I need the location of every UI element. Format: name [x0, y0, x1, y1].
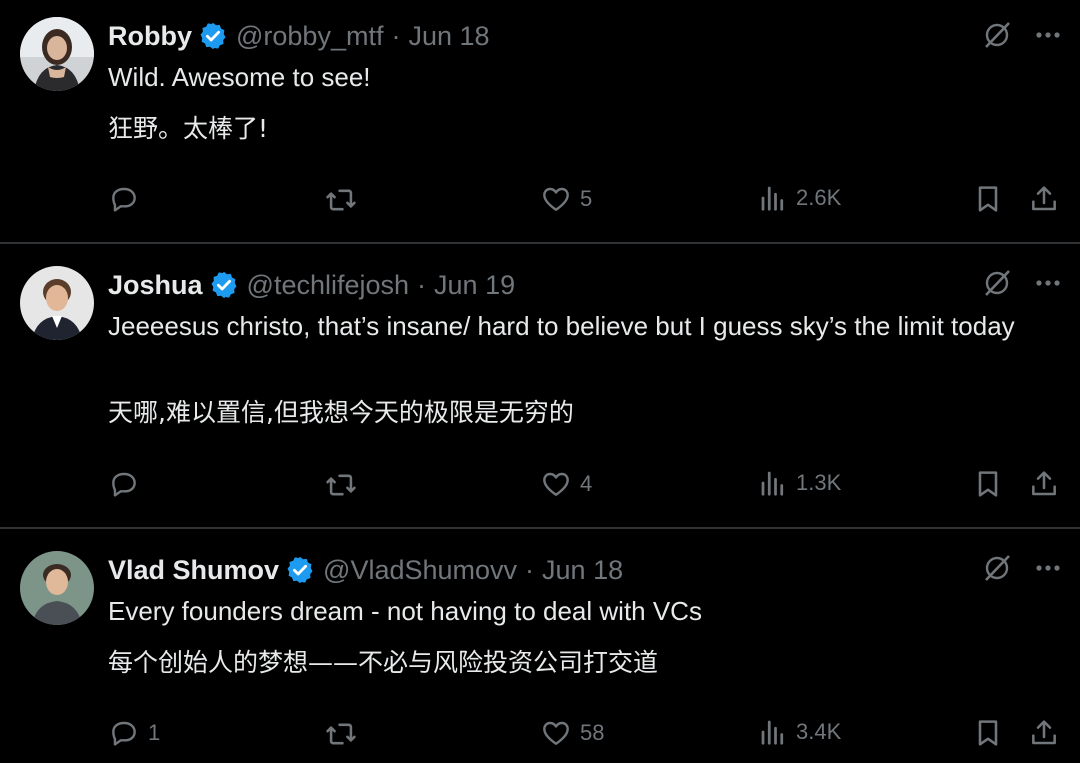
tweet-robby[interactable]: Robby @robby_mtf · Jun 18 Wild. Awesome …	[0, 0, 1080, 242]
tweet-header: Joshua @techlifejosh · Jun 19	[108, 265, 515, 305]
avatar[interactable]	[20, 551, 94, 625]
views-button[interactable]: 1.3K	[758, 468, 841, 498]
tweet-text: Every founders dream - not having to dea…	[108, 596, 702, 626]
avatar[interactable]	[20, 266, 94, 340]
grok-icon[interactable]	[982, 20, 1012, 55]
avatar[interactable]	[20, 17, 94, 91]
verified-badge-icon	[209, 270, 239, 300]
reply-icon	[112, 721, 136, 746]
tweet-date[interactable]: Jun 18	[542, 555, 623, 586]
like-count: 4	[580, 471, 593, 496]
retweet-button[interactable]	[324, 468, 358, 502]
reply-button[interactable]: 1	[108, 717, 160, 749]
views-button[interactable]: 3.4K	[758, 717, 841, 747]
like-button[interactable]: 5	[540, 183, 592, 215]
tweet-text: Jeeeesus christo, that’s insane/ hard to…	[108, 311, 1015, 341]
tweet-header: Robby @robby_mtf · Jun 18	[108, 16, 490, 56]
bookmark-button[interactable]	[972, 468, 1004, 500]
share-button[interactable]	[1028, 183, 1060, 215]
reply-count: 1	[148, 720, 161, 745]
like-button[interactable]: 4	[540, 468, 592, 500]
action-bar: 4 1.3K	[0, 468, 1080, 508]
tweet-translation: 天哪,难以置信,但我想今天的极限是无穷的	[108, 398, 574, 427]
retweet-button[interactable]	[324, 183, 358, 217]
bookmark-icon	[978, 471, 998, 497]
bookmark-icon	[978, 720, 998, 746]
tweet-translation: 狂野。太棒了!	[108, 114, 269, 143]
views-icon	[761, 186, 784, 211]
display-name[interactable]: Joshua	[108, 270, 203, 301]
tweet-joshua[interactable]: Joshua @techlifejosh · Jun 19 Jeeeesus c…	[0, 244, 1080, 527]
like-count: 5	[580, 186, 593, 211]
handle[interactable]: @robby_mtf	[236, 21, 383, 52]
retweet-button[interactable]	[324, 717, 358, 751]
views-button[interactable]: 2.6K	[758, 183, 841, 213]
more-icon[interactable]	[1034, 269, 1062, 302]
separator: ·	[391, 20, 401, 51]
verified-badge-icon	[285, 555, 315, 585]
separator: ·	[417, 269, 427, 300]
display-name[interactable]: Robby	[108, 21, 192, 52]
tweet-vlad[interactable]: Vlad Shumov @VladShumovv · Jun 18 Every …	[0, 529, 1080, 763]
verified-badge-icon	[198, 21, 228, 51]
retweet-icon	[326, 723, 356, 745]
grok-icon[interactable]	[982, 553, 1012, 588]
more-icon[interactable]	[1034, 554, 1062, 587]
views-icon	[761, 471, 784, 496]
view-count: 3.4K	[796, 719, 842, 744]
views-icon	[761, 720, 784, 745]
heart-icon	[543, 187, 569, 211]
share-icon	[1032, 720, 1056, 745]
handle[interactable]: @VladShumovv	[323, 555, 517, 586]
share-icon	[1032, 471, 1056, 496]
tweet-date[interactable]: Jun 18	[408, 21, 489, 52]
action-bar: 5 2.6K	[0, 183, 1080, 223]
view-count: 1.3K	[796, 470, 842, 495]
grok-icon[interactable]	[982, 268, 1012, 303]
retweet-icon	[326, 474, 356, 496]
reply-button[interactable]	[108, 183, 148, 215]
share-button[interactable]	[1028, 468, 1060, 500]
more-icon[interactable]	[1034, 21, 1062, 54]
separator: ·	[525, 554, 535, 585]
reply-icon	[112, 472, 136, 497]
heart-icon	[543, 472, 569, 496]
bookmark-button[interactable]	[972, 183, 1004, 215]
tweet-text: Wild. Awesome to see!	[108, 62, 371, 92]
retweet-icon	[326, 189, 356, 211]
like-count: 58	[580, 720, 605, 745]
bookmark-icon	[978, 186, 998, 212]
tweet-translation: 每个创始人的梦想——不必与风险投资公司打交道	[108, 648, 659, 677]
share-button[interactable]	[1028, 717, 1060, 749]
reply-button[interactable]	[108, 468, 148, 500]
heart-icon	[543, 721, 569, 745]
view-count: 2.6K	[796, 185, 842, 210]
tweet-header: Vlad Shumov @VladShumovv · Jun 18	[108, 550, 623, 590]
display-name[interactable]: Vlad Shumov	[108, 555, 279, 586]
reply-icon	[112, 187, 136, 212]
action-bar: 1 58 3.4K	[0, 717, 1080, 757]
like-button[interactable]: 58	[540, 717, 604, 749]
handle[interactable]: @techlifejosh	[247, 270, 410, 301]
tweet-date[interactable]: Jun 19	[434, 270, 515, 301]
bookmark-button[interactable]	[972, 717, 1004, 749]
share-icon	[1032, 186, 1056, 211]
